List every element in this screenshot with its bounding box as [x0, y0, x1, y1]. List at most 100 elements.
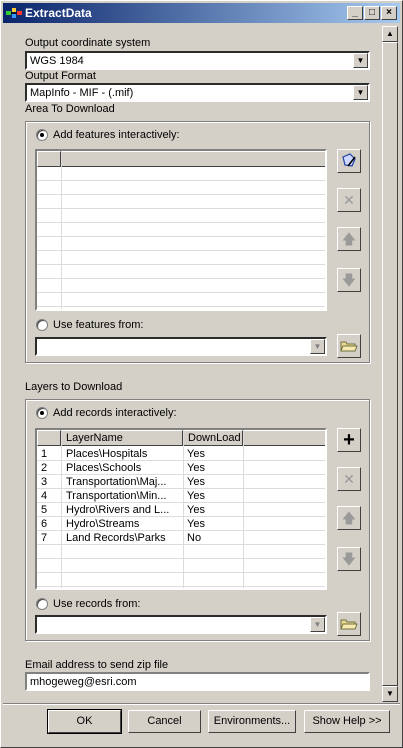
email-field[interactable]: [25, 672, 370, 691]
row-download[interactable]: Yes: [187, 517, 241, 531]
grid-line: [37, 292, 325, 293]
title-bar[interactable]: ExtractData _ □ ×: [3, 3, 400, 23]
grid-line: [37, 278, 325, 279]
grid-line: [37, 208, 325, 209]
minimize-button[interactable]: _: [347, 6, 363, 20]
layers-interactive-label: Add records interactively:: [53, 407, 177, 419]
area-from-select[interactable]: ▼: [35, 337, 327, 356]
grid-line: [37, 572, 325, 573]
grid-line: [37, 180, 325, 181]
plus-icon: +: [343, 429, 355, 451]
row-layername[interactable]: Transportation\Maj...: [66, 475, 180, 489]
delete-feature-button[interactable]: ✕: [337, 188, 361, 212]
row-layername[interactable]: Hydro\Streams: [66, 517, 180, 531]
polygon-pencil-icon: [342, 153, 356, 167]
close-icon: ✕: [343, 471, 355, 487]
layers-from-select[interactable]: ▼: [35, 615, 327, 634]
column-header-layername[interactable]: LayerName: [61, 430, 183, 446]
grid-line: [37, 194, 325, 195]
row-layername[interactable]: Places\Schools: [66, 461, 180, 475]
row-layername[interactable]: Places\Hospitals: [66, 447, 180, 461]
grid-header-blank: [61, 151, 325, 167]
area-interactive-label: Add features interactively:: [53, 129, 180, 141]
grid-line: [37, 558, 325, 559]
footer-separator: [3, 703, 400, 705]
layers-from-label: Use records from:: [53, 598, 141, 610]
add-record-button[interactable]: +: [337, 428, 361, 452]
grid-divider: [183, 430, 184, 588]
open-folder-button[interactable]: [337, 334, 361, 358]
close-button[interactable]: ×: [381, 6, 397, 20]
show-help-button[interactable]: Show Help >>: [304, 710, 390, 733]
scroll-up-arrow[interactable]: ▲: [382, 26, 398, 42]
output-format-value: MapInfo - MIF - (.mif): [30, 87, 134, 99]
move-down-feature-button[interactable]: 🡇: [337, 268, 361, 292]
open-folder-button[interactable]: [337, 612, 361, 636]
output-format-label: Output Format: [25, 70, 96, 82]
row-download[interactable]: Yes: [187, 475, 241, 489]
arrow-down-icon: 🡇: [341, 551, 357, 567]
grid-line: [37, 264, 325, 265]
row-download[interactable]: No: [187, 531, 241, 545]
folder-open-icon: [340, 619, 358, 630]
area-from-radio[interactable]: [36, 319, 48, 331]
move-up-record-button[interactable]: 🡅: [337, 506, 361, 530]
column-header-download[interactable]: DownLoad: [183, 430, 243, 446]
row-download[interactable]: Yes: [187, 489, 241, 503]
add-feature-button[interactable]: [337, 149, 361, 173]
scroll-thumb[interactable]: [382, 42, 398, 686]
grid-divider: [61, 151, 62, 309]
arrow-up-icon: 🡅: [341, 231, 357, 247]
grid-header-corner: [37, 151, 61, 167]
row-number: 4: [41, 490, 48, 502]
vertical-scrollbar[interactable]: ▲ ▼: [382, 26, 398, 702]
grid-header-corner: [37, 430, 61, 446]
chevron-down-icon[interactable]: ▼: [310, 617, 325, 632]
row-download[interactable]: Yes: [187, 461, 241, 475]
area-label: Area To Download: [25, 103, 115, 115]
output-cs-label: Output coordinate system: [25, 37, 151, 49]
output-format-select[interactable]: MapInfo - MIF - (.mif) ▼: [25, 83, 370, 102]
layers-from-radio[interactable]: [36, 598, 48, 610]
row-layername[interactable]: Hydro\Rivers and L...: [66, 503, 180, 517]
area-features-grid[interactable]: [35, 149, 327, 311]
folder-open-icon: [340, 341, 358, 352]
cancel-button[interactable]: Cancel: [128, 710, 201, 733]
email-input[interactable]: [27, 674, 368, 689]
output-cs-value: WGS 1984: [30, 55, 84, 67]
delete-record-button[interactable]: ✕: [337, 467, 361, 491]
arrow-up-icon: 🡅: [341, 510, 357, 526]
chevron-down-icon[interactable]: ▼: [353, 53, 368, 68]
row-number: 1: [41, 448, 48, 460]
area-interactive-radio[interactable]: [36, 129, 48, 141]
scroll-down-arrow[interactable]: ▼: [382, 686, 398, 702]
row-download[interactable]: Yes: [187, 447, 241, 461]
output-cs-select[interactable]: WGS 1984 ▼: [25, 51, 370, 70]
row-number: 6: [41, 518, 48, 530]
grid-line: [37, 222, 325, 223]
close-icon: ✕: [343, 192, 355, 208]
row-number: 3: [41, 476, 48, 488]
chevron-down-icon[interactable]: ▼: [310, 339, 325, 354]
app-icon: [6, 8, 22, 18]
ok-button[interactable]: OK: [47, 709, 122, 734]
grid-divider: [61, 430, 62, 588]
environments-button[interactable]: Environments...: [208, 710, 296, 733]
move-down-record-button[interactable]: 🡇: [337, 547, 361, 571]
layers-label: Layers to Download: [25, 381, 123, 393]
layers-grid[interactable]: LayerName DownLoad 1 Places\Hospitals Ye…: [35, 428, 327, 590]
grid-line: [37, 236, 325, 237]
maximize-button[interactable]: □: [364, 6, 380, 20]
row-number: 7: [41, 532, 48, 544]
row-download[interactable]: Yes: [187, 503, 241, 517]
layers-interactive-radio[interactable]: [36, 407, 48, 419]
grid-line: [37, 306, 325, 307]
extract-data-window: ExtractData _ □ × Output coordinate syst…: [0, 0, 403, 748]
move-up-feature-button[interactable]: 🡅: [337, 227, 361, 251]
row-number: 2: [41, 462, 48, 474]
row-layername[interactable]: Transportation\Min...: [66, 489, 180, 503]
row-layername[interactable]: Land Records\Parks: [66, 531, 180, 545]
chevron-down-icon[interactable]: ▼: [353, 85, 368, 100]
row-number: 5: [41, 504, 48, 516]
grid-divider: [243, 430, 244, 588]
